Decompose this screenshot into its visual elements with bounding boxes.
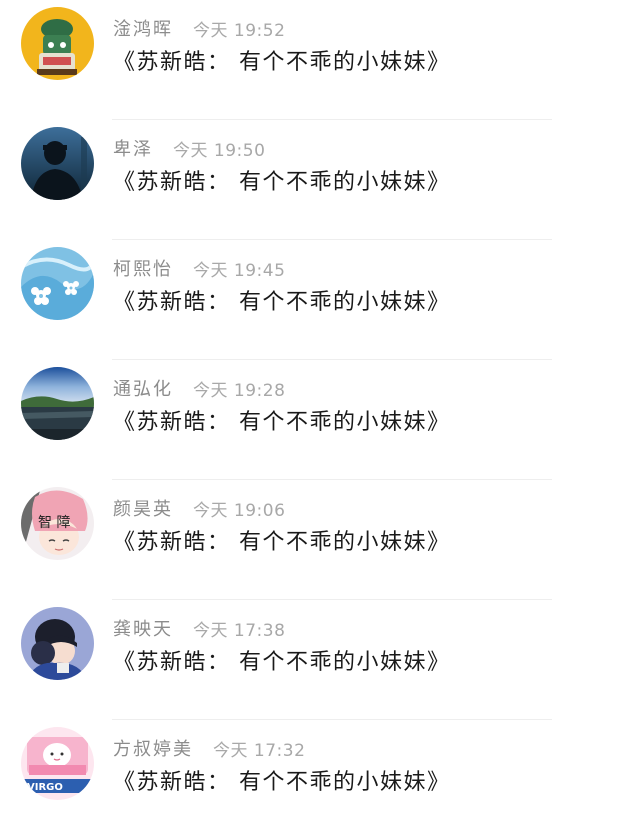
timestamp: 今天 19:52 [193,20,286,41]
comment-meta: 淦鸿晖 今天 19:52 [113,15,285,41]
landscape-avatar-icon [21,367,94,440]
comment-feed: 淦鸿晖 今天 19:52 《苏新皓： 有个不乖的小妹妹》 卑泽 今天 19:50… [0,0,640,820]
username[interactable]: 淦鸿晖 [113,15,173,41]
comment-meta: 通弘化 今天 19:28 [113,375,285,401]
timestamp: 今天 17:32 [213,740,306,761]
avatar-text: VIRGO [27,782,63,793]
timestamp: 今天 19:50 [173,140,266,161]
couple-cartoon-avatar-icon [21,607,94,680]
comment-text: 《苏新皓： 有个不乖的小妹妹》 [113,170,451,195]
comment-text: 《苏新皓： 有个不乖的小妹妹》 [113,410,451,435]
avatar[interactable] [21,7,94,80]
comment-text: 《苏新皓： 有个不乖的小妹妹》 [113,50,451,75]
username[interactable]: 柯熙怡 [113,255,173,281]
comment-text: 《苏新皓： 有个不乖的小妹妹》 [113,290,451,315]
username[interactable]: 通弘化 [113,375,173,401]
avatar[interactable] [21,367,94,440]
list-item[interactable]: 淦鸿晖 今天 19:52 《苏新皓： 有个不乖的小妹妹》 [0,0,640,120]
avatar[interactable]: 智 障 [21,487,94,560]
username[interactable]: 方叔婷美 [113,735,193,761]
timestamp: 今天 17:38 [193,620,286,641]
avatar-text: 智 障 [38,515,70,531]
list-item[interactable]: VIRGO 方叔婷美 今天 17:32 《苏新皓： 有个不乖的小妹妹》 [0,720,640,820]
comment-text: 《苏新皓： 有个不乖的小妹妹》 [113,530,451,555]
avatar[interactable] [21,607,94,680]
username[interactable]: 颜昊英 [113,495,173,521]
timestamp: 今天 19:06 [193,500,286,521]
virgo-sticker-avatar-icon: VIRGO [21,727,94,800]
list-item[interactable]: 通弘化 今天 19:28 《苏新皓： 有个不乖的小妹妹》 [0,360,640,480]
username[interactable]: 卑泽 [113,135,153,161]
comment-meta: 方叔婷美 今天 17:32 [113,735,305,761]
comment-meta: 颜昊英 今天 19:06 [113,495,285,521]
list-item[interactable]: 智 障 颜昊英 今天 19:06 《苏新皓： 有个不乖的小妹妹》 [0,480,640,600]
comment-meta: 卑泽 今天 19:50 [113,135,265,161]
silhouette-person-avatar-icon [21,127,94,200]
comment-text: 《苏新皓： 有个不乖的小妹妹》 [113,650,451,675]
avatar[interactable]: VIRGO [21,727,94,800]
comment-meta: 龚映天 今天 17:38 [113,615,285,641]
blue-flower-avatar-icon [21,247,94,320]
comment-meta: 柯熙怡 今天 19:45 [113,255,285,281]
anime-girl-avatar-icon: 智 障 [21,487,94,560]
username[interactable]: 龚映天 [113,615,173,641]
list-item[interactable]: 龚映天 今天 17:38 《苏新皓： 有个不乖的小妹妹》 [0,600,640,720]
comment-text: 《苏新皓： 有个不乖的小妹妹》 [113,770,451,795]
timestamp: 今天 19:45 [193,260,286,281]
avatar[interactable] [21,247,94,320]
list-item[interactable]: 柯熙怡 今天 19:45 《苏新皓： 有个不乖的小妹妹》 [0,240,640,360]
timestamp: 今天 19:28 [193,380,286,401]
list-item[interactable]: 卑泽 今天 19:50 《苏新皓： 有个不乖的小妹妹》 [0,120,640,240]
cartoon-character-avatar-icon [21,7,94,80]
avatar[interactable] [21,127,94,200]
